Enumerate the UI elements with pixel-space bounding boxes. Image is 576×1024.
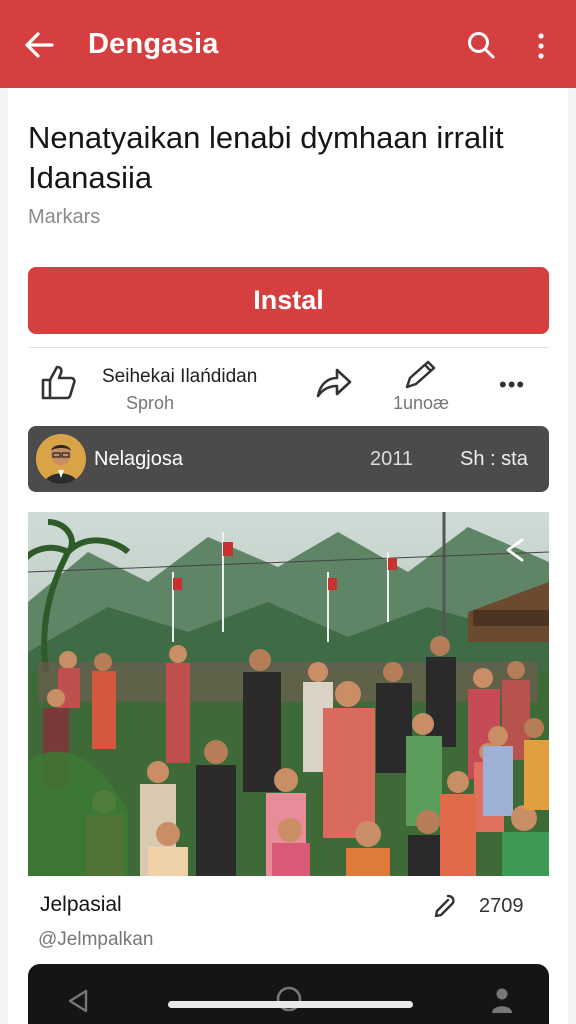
person-icon[interactable]	[490, 986, 514, 1014]
more-horiz-icon[interactable]: •••	[499, 372, 525, 398]
arrow-back-icon[interactable]	[22, 28, 56, 62]
caption-handle[interactable]: @Jelmpalkan	[38, 929, 153, 951]
share-icon[interactable]	[498, 534, 530, 566]
system-nav-bar	[28, 964, 549, 1024]
post-caption: Jelpasial @Jelmpalkan 2709	[28, 876, 549, 964]
install-button[interactable]: Instal	[28, 267, 549, 334]
author-bar[interactable]: Nelagjosa 2011 Sh : sta	[28, 426, 549, 492]
author-status: Sh : sta	[460, 448, 528, 470]
app-bar: Dengasia	[0, 0, 576, 88]
app-title: Dengasia	[88, 28, 219, 60]
divider	[28, 347, 549, 348]
more-vert-icon[interactable]	[530, 30, 552, 62]
caption-count: 2709	[479, 895, 524, 917]
thumbs-up-icon[interactable]	[38, 362, 78, 402]
photo[interactable]	[28, 512, 549, 876]
app-meta: Markars	[28, 206, 101, 228]
app-headline: Nenatyaikan lenabi dymhaan irralit Idana…	[28, 120, 504, 195]
gesture-handle[interactable]	[168, 1001, 413, 1008]
avatar[interactable]	[36, 434, 86, 484]
action-count: 1unoæ	[393, 393, 450, 413]
edit-icon[interactable]	[402, 358, 438, 392]
share-icon[interactable]	[315, 363, 353, 401]
home-icon[interactable]	[274, 984, 304, 1014]
caption-title: Jelpasial	[40, 893, 122, 916]
author-year: 2011	[370, 448, 414, 470]
author-name: Nelagjosa	[94, 448, 183, 470]
action-title: Seihekai Ilańdidan	[102, 366, 258, 387]
action-subtitle: Sproh	[126, 393, 175, 413]
pin-icon[interactable]	[432, 893, 458, 919]
nav-back-icon[interactable]	[66, 988, 90, 1014]
search-icon[interactable]	[466, 30, 496, 60]
